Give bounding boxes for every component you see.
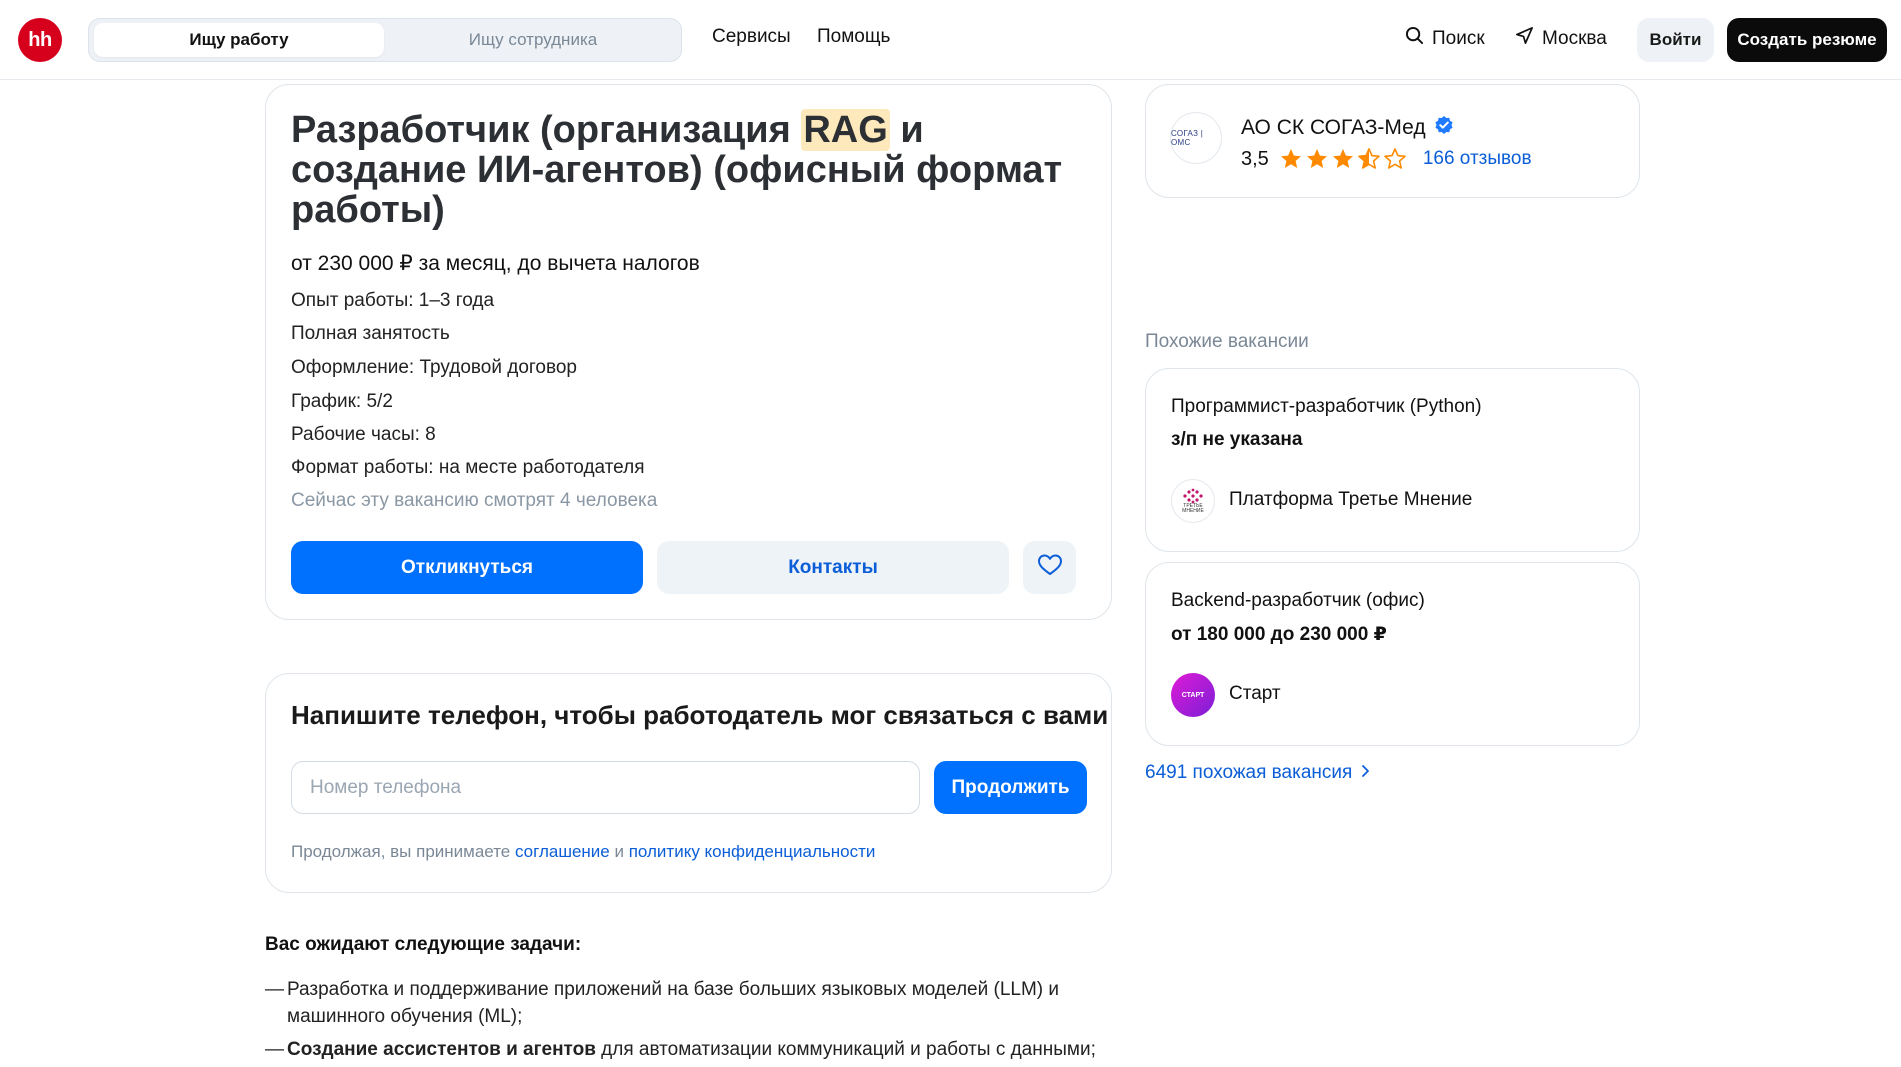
employer-logo[interactable]: СОГАЗ | ОМС	[1170, 112, 1222, 164]
more-similar-link[interactable]: 6491 похожая вакансия	[1145, 762, 1370, 784]
heart-icon	[1037, 553, 1063, 582]
contacts-button[interactable]: Контакты	[657, 541, 1009, 594]
vacancy-title-highlight: RAG	[801, 109, 890, 151]
create-resume-button[interactable]: Создать резюме	[1727, 18, 1887, 62]
star-icon	[1332, 149, 1353, 168]
search-icon	[1405, 26, 1424, 51]
similar-vacancy-salary: з/п не указана	[1171, 429, 1303, 450]
nav-services[interactable]: Сервисы	[712, 26, 791, 48]
phone-input[interactable]	[291, 761, 920, 814]
search-link[interactable]: Поиск	[1405, 26, 1485, 51]
employer-rating: 3,5 166 отзывов	[1241, 147, 1532, 171]
location-label: Москва	[1542, 27, 1607, 49]
apply-button[interactable]: Откликнуться	[291, 541, 643, 594]
employer-card: СОГАЗ | ОМС АО СК СОГАЗ-Мед 3,5 166 отзы…	[1145, 84, 1640, 198]
similar-vacancy-card[interactable]: Backend-разработчик (офис) от 180 000 до…	[1145, 562, 1640, 746]
similar-vacancy-company[interactable]: Платформа Третье Мнение	[1229, 489, 1472, 511]
vacancy-salary: от 230 000 ₽ за месяц, до вычета налогов	[291, 252, 700, 275]
empty-star-icon	[1384, 148, 1406, 169]
task-text: Разработка и поддерживание приложений на…	[287, 979, 1060, 1027]
favorite-button[interactable]	[1023, 541, 1076, 594]
privacy-policy-link[interactable]: политику конфиденциальности	[629, 842, 876, 861]
location-link[interactable]: Москва	[1515, 26, 1607, 51]
top-header: hh Ищу работу Ищу сотрудника Сервисы Пом…	[0, 0, 1901, 80]
agreement-text: Продолжая, вы принимаете соглашение и по…	[291, 842, 875, 862]
company-logo: ТРЕТЬЕ МНЕНИЕ	[1171, 479, 1215, 523]
meta-work-format: Формат работы: на месте работодателя	[291, 457, 645, 478]
role-switch: Ищу работу Ищу сотрудника	[88, 18, 682, 62]
viewers-count: Сейчас эту вакансию смотрят 4 человека	[291, 490, 658, 511]
company-logo: СТАРТ	[1171, 673, 1215, 717]
meta-contract: Оформление: Трудовой договор	[291, 357, 577, 378]
similar-vacancy-card[interactable]: Программист-разработчик (Python) з/п не …	[1145, 368, 1640, 552]
company-logo-text: ТРЕТЬЕ МНЕНИЕ	[1182, 503, 1204, 514]
location-arrow-icon	[1515, 26, 1534, 51]
similar-vacancy-title[interactable]: Backend-разработчик (офис)	[1171, 590, 1425, 612]
task-text: для автоматизации коммуникаций и работы …	[595, 1039, 1096, 1060]
agreement-link[interactable]: соглашение	[515, 842, 610, 861]
agreement-prefix: Продолжая, вы принимаете	[291, 842, 515, 861]
task-text-bold: Создание ассистентов и агентов	[287, 1039, 596, 1060]
employer-name-row: АО СК СОГАЗ-Мед	[1241, 115, 1454, 141]
task-item: — Разработка и поддерживание приложений …	[265, 976, 1145, 1030]
tasks-heading: Вас ожидают следующие задачи:	[265, 934, 582, 955]
rating-value: 3,5	[1241, 147, 1269, 170]
hh-logo[interactable]: hh	[18, 18, 62, 62]
more-similar-label: 6491 похожая вакансия	[1145, 762, 1353, 783]
list-dash: —	[265, 1039, 284, 1060]
reviews-link[interactable]: 166 отзывов	[1423, 148, 1532, 170]
star-icon	[1280, 149, 1301, 168]
employer-name[interactable]: АО СК СОГАЗ-Мед	[1241, 116, 1426, 140]
tab-looking-for-employee[interactable]: Ищу сотрудника	[388, 23, 678, 57]
task-item: — Создание ассистентов и агентов для авт…	[265, 1036, 1145, 1063]
third-opinion-logo-icon	[1183, 488, 1203, 504]
agreement-mid: и	[609, 842, 629, 861]
meta-hours: Рабочие часы: 8	[291, 424, 436, 445]
meta-employment: Полная занятость	[291, 323, 450, 344]
similar-vacancies-heading: Похожие вакансии	[1145, 331, 1309, 352]
login-button[interactable]: Войти	[1637, 18, 1714, 62]
phone-form-title: Напишите телефон, чтобы работодатель мог…	[291, 700, 1109, 730]
half-star-icon	[1358, 148, 1380, 169]
rating-stars	[1279, 147, 1407, 171]
vacancy-title-part1: Разработчик (организация	[291, 109, 802, 151]
chevron-right-icon	[1360, 762, 1370, 784]
list-dash: —	[265, 979, 284, 1000]
vacancy-title: Разработчик (организация RAG и создание …	[291, 109, 1091, 230]
similar-vacancy-salary: от 180 000 до 230 000 ₽	[1171, 624, 1387, 645]
star-icon	[1306, 149, 1327, 168]
verified-icon	[1434, 115, 1454, 141]
nav-help[interactable]: Помощь	[817, 26, 890, 48]
similar-vacancy-title[interactable]: Программист-разработчик (Python)	[1171, 396, 1482, 418]
continue-button[interactable]: Продолжить	[934, 761, 1087, 814]
phone-form-card: Напишите телефон, чтобы работодатель мог…	[265, 673, 1112, 893]
meta-experience: Опыт работы: 1–3 года	[291, 290, 495, 311]
vacancy-card: Разработчик (организация RAG и создание …	[265, 84, 1112, 620]
meta-schedule: График: 5/2	[291, 391, 393, 412]
similar-vacancy-company[interactable]: Старт	[1229, 683, 1281, 705]
search-label: Поиск	[1432, 27, 1485, 49]
tab-looking-for-job[interactable]: Ищу работу	[94, 23, 384, 57]
